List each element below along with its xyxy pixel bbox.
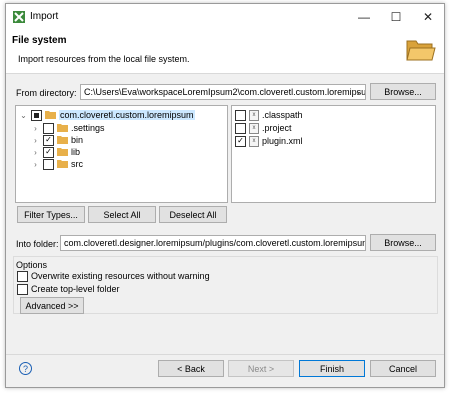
into-folder-label: Into folder: — [16, 239, 59, 249]
file-item-project[interactable]: x .project — [235, 122, 292, 134]
import-app-icon — [13, 11, 25, 23]
deselect-all-button[interactable]: Deselect All — [159, 206, 227, 223]
file-item-plugin-xml[interactable]: ✓ x plugin.xml — [235, 135, 303, 147]
tree-item-bin[interactable]: › ✓ bin — [31, 134, 83, 146]
page-title: File system — [12, 35, 67, 46]
overwrite-checkbox[interactable] — [17, 270, 28, 282]
create-top-level-option[interactable]: Create top-level folder — [17, 283, 120, 295]
import-dialog: Import — ☐ ✕ File system Import resource… — [5, 3, 445, 388]
chevron-right-icon[interactable]: › — [31, 160, 40, 169]
from-directory-browse-button[interactable]: Browse... — [370, 83, 436, 100]
tree-item-label: lib — [71, 147, 81, 157]
into-folder-input[interactable]: com.cloveretl.designer.loremipsum/plugin… — [60, 235, 366, 251]
folder-icon — [57, 136, 68, 144]
file-icon: x — [249, 122, 259, 134]
chevron-right-icon[interactable]: › — [31, 148, 40, 157]
file-item-classpath[interactable]: x .classpath — [235, 109, 303, 121]
back-button[interactable]: < Back — [158, 360, 224, 377]
tree-item-checkbox[interactable] — [43, 158, 54, 170]
file-item-checkbox[interactable]: ✓ — [235, 135, 246, 147]
tree-item-checkbox[interactable]: ✓ — [43, 146, 54, 158]
into-folder-browse-button[interactable]: Browse... — [370, 234, 436, 251]
overwrite-option[interactable]: Overwrite existing resources without war… — [17, 270, 210, 282]
folder-open-icon — [406, 40, 436, 61]
cancel-button[interactable]: Cancel — [370, 360, 436, 377]
tree-item-lib[interactable]: › ✓ lib — [31, 146, 80, 158]
file-item-label: .project — [262, 123, 292, 133]
xml-file-icon: x — [249, 135, 259, 147]
tree-item-checkbox[interactable] — [43, 122, 54, 134]
wizard-header: File system Import resources from the lo… — [6, 30, 444, 74]
folder-tree[interactable]: ⌄ com.cloveretl.custom.loremipsum › .set… — [15, 105, 228, 203]
chevron-down-icon[interactable]: ⌄ — [19, 111, 28, 120]
from-directory-label: From directory: — [16, 88, 77, 98]
advanced-button[interactable]: Advanced >> — [20, 297, 84, 314]
tree-item-root[interactable]: ⌄ com.cloveretl.custom.loremipsum — [19, 109, 195, 121]
folder-icon — [57, 160, 68, 168]
into-folder-value: com.cloveretl.designer.loremipsum/plugin… — [64, 238, 366, 248]
close-button[interactable]: ✕ — [412, 4, 444, 30]
page-description: Import resources from the local file sys… — [18, 54, 190, 64]
file-item-label: plugin.xml — [262, 136, 303, 146]
file-item-label: .classpath — [262, 110, 303, 120]
file-icon: x — [249, 109, 259, 121]
from-directory-combo[interactable]: C:\Users\Eva\workspaceLoremIpsum2\com.cl… — [80, 84, 366, 100]
file-list[interactable]: x .classpath x .project ✓ x plugin.xml — [231, 105, 436, 203]
window-title: Import — [30, 11, 59, 22]
help-icon[interactable]: ? — [19, 362, 32, 375]
tree-item-checkbox[interactable]: ✓ — [43, 134, 54, 146]
folder-icon — [57, 124, 68, 132]
filter-types-button[interactable]: Filter Types... — [17, 206, 85, 223]
folder-icon — [57, 148, 68, 156]
select-all-button[interactable]: Select All — [88, 206, 156, 223]
next-button[interactable]: Next > — [228, 360, 294, 377]
chevron-down-icon[interactable]: ⌄ — [355, 87, 362, 96]
footer-divider — [6, 354, 444, 355]
chevron-right-icon[interactable]: › — [31, 136, 40, 145]
maximize-button[interactable]: ☐ — [380, 4, 412, 30]
tree-item-checkbox[interactable] — [31, 109, 42, 121]
create-top-level-checkbox[interactable] — [17, 283, 28, 295]
tree-item-label: .settings — [71, 123, 105, 133]
tree-item-src[interactable]: › src — [31, 158, 83, 170]
tree-item-label: bin — [71, 135, 84, 145]
tree-item-label: src — [71, 159, 83, 169]
folder-icon — [45, 111, 56, 119]
file-item-checkbox[interactable] — [235, 109, 246, 121]
chevron-right-icon[interactable]: › — [31, 124, 40, 133]
title-bar: Import — ☐ ✕ — [6, 4, 444, 30]
tree-item-settings[interactable]: › .settings — [31, 122, 105, 134]
minimize-button[interactable]: — — [348, 4, 380, 30]
finish-button[interactable]: Finish — [299, 360, 365, 377]
overwrite-label: Overwrite existing resources without war… — [31, 271, 210, 281]
file-item-checkbox[interactable] — [235, 122, 246, 134]
tree-item-label: com.cloveretl.custom.loremipsum — [59, 110, 195, 120]
create-top-level-label: Create top-level folder — [31, 284, 120, 294]
options-label: Options — [16, 260, 48, 270]
from-directory-value: C:\Users\Eva\workspaceLoremIpsum2\com.cl… — [84, 87, 366, 97]
